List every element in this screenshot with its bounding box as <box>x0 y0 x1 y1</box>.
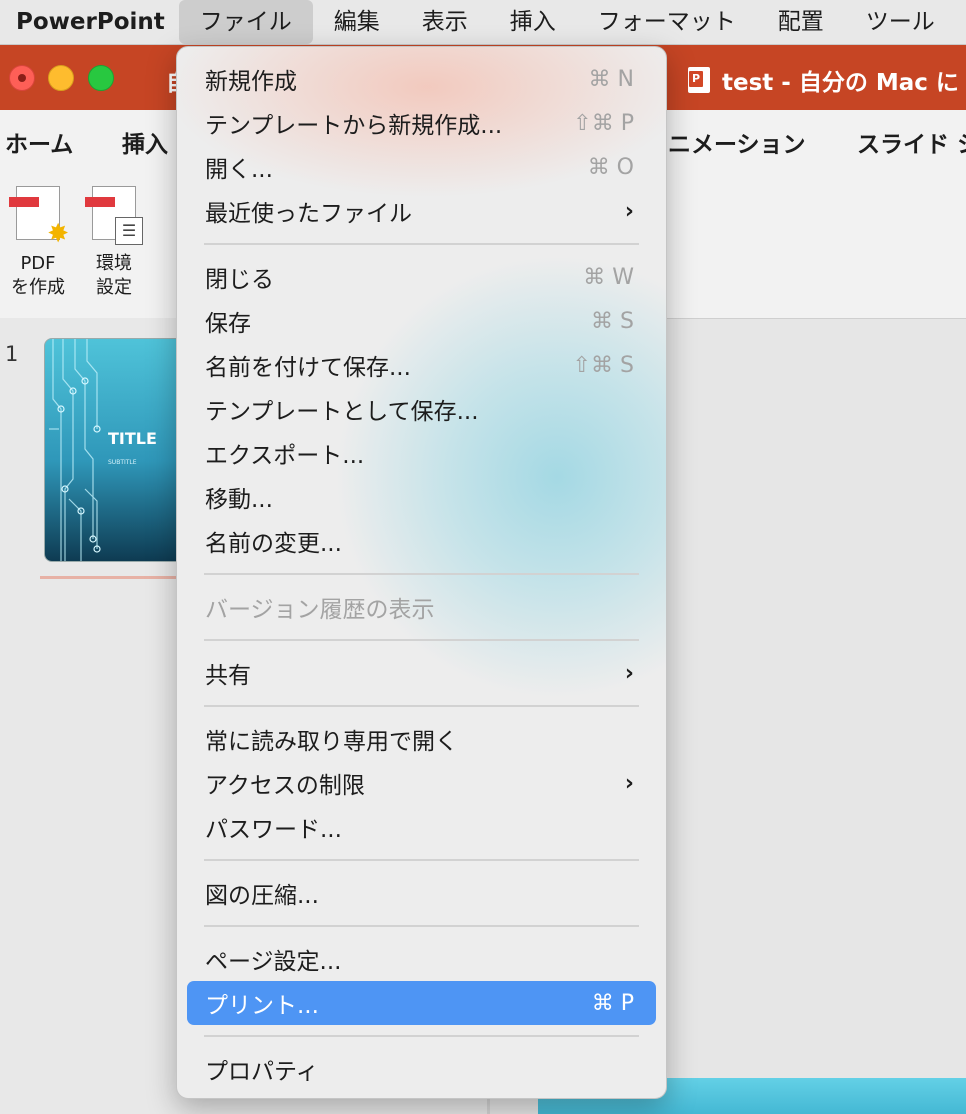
menu-item-label: バージョン履歴の表示 <box>205 597 435 623</box>
menu-item-label: 閉じる <box>205 267 274 293</box>
menu-item-label: テンプレートとして保存... <box>205 399 479 425</box>
chevron-right-icon: › <box>624 770 634 796</box>
menu-separator <box>204 859 639 861</box>
shortcut-label: ⇧⌘ P <box>573 110 634 136</box>
menu-item-label: 名前の変更... <box>205 531 342 557</box>
menu-bar: PowerPoint ファイル 編集 表示 挿入 フォーマット 配置 ツール <box>0 0 966 45</box>
menu-tools[interactable]: ツール <box>845 0 956 44</box>
window-title: test - 自分の Mac に <box>688 63 959 97</box>
menu-item-label: 図の圧縮... <box>205 883 319 909</box>
menu-separator <box>204 1035 639 1037</box>
menu-item-password[interactable]: パスワード... <box>187 805 656 849</box>
menu-item-close[interactable]: 閉じる ⌘ W <box>187 255 656 299</box>
create-pdf-label-2: を作成 <box>11 277 65 298</box>
menu-item-label: プリント... <box>205 993 319 1019</box>
shortcut-label: ⌘ W <box>583 264 634 290</box>
menu-item-version-history: バージョン履歴の表示 <box>187 585 656 629</box>
menu-item-open[interactable]: 開く... ⌘ O <box>187 145 656 189</box>
menu-item-label: 新規作成 <box>205 69 297 95</box>
menu-separator <box>204 705 639 707</box>
menu-item-label: エクスポート... <box>205 443 365 469</box>
menu-item-move[interactable]: 移動... <box>187 475 656 519</box>
create-pdf-label-1: PDF <box>20 253 56 274</box>
menu-item-save[interactable]: 保存 ⌘ S <box>187 299 656 343</box>
menu-item-label: 共有 <box>205 663 251 689</box>
menu-item-label: アクセスの制限 <box>205 773 365 799</box>
menu-separator <box>204 639 639 641</box>
create-pdf-button[interactable]: ✸ PDF を作成 <box>8 186 69 300</box>
tab-slideshow[interactable]: スライド シ <box>857 125 966 159</box>
menu-item-always-open-read-only[interactable]: 常に読み取り専用で開く <box>187 717 656 761</box>
powerpoint-file-icon <box>688 67 710 93</box>
menu-arrange[interactable]: 配置 <box>757 0 845 44</box>
shortcut-label: ⌘ P <box>591 990 634 1016</box>
zoom-window-button[interactable] <box>88 65 114 91</box>
thumbnail-title: TITLE <box>108 429 157 448</box>
tab-home[interactable]: ホーム <box>5 125 73 159</box>
menu-item-label: 名前を付けて保存... <box>205 355 411 381</box>
menu-view[interactable]: 表示 <box>401 0 489 44</box>
preferences-label-1: 環境 <box>96 253 132 274</box>
close-window-button[interactable] <box>9 65 35 91</box>
menu-separator <box>204 573 639 575</box>
file-menu-dropdown: 新規作成 ⌘ N テンプレートから新規作成... ⇧⌘ P 開く... ⌘ O … <box>176 46 667 1099</box>
menu-item-label: ページ設定... <box>205 949 342 975</box>
shortcut-label: ⌘ S <box>591 308 634 334</box>
app-menu-powerpoint[interactable]: PowerPoint <box>16 9 165 35</box>
chevron-right-icon: › <box>624 660 634 686</box>
menu-item-label: プロパティ <box>205 1059 319 1085</box>
menu-item-label: 保存 <box>205 311 251 337</box>
menu-item-compress-pictures[interactable]: 図の圧縮... <box>187 871 656 915</box>
menu-item-label: パスワード... <box>205 817 342 843</box>
preferences-button[interactable]: ☰ 環境 設定 <box>84 186 144 300</box>
menu-item-label: 常に読み取り専用で開く <box>205 729 458 755</box>
shortcut-label: ⇧⌘ S <box>572 352 634 378</box>
menu-edit[interactable]: 編集 <box>313 0 401 44</box>
menu-item-recent-files[interactable]: 最近使ったファイル › <box>187 189 656 233</box>
menu-item-export[interactable]: エクスポート... <box>187 431 656 475</box>
preferences-icon: ☰ <box>85 186 143 245</box>
menu-file[interactable]: ファイル <box>178 0 313 44</box>
menu-item-save-as-template[interactable]: テンプレートとして保存... <box>187 387 656 431</box>
menu-item-restrict-access[interactable]: アクセスの制限 › <box>187 761 656 805</box>
menu-item-properties[interactable]: プロパティ <box>187 1047 656 1091</box>
menu-item-share[interactable]: 共有 › <box>187 651 656 695</box>
minimize-window-button[interactable] <box>48 65 74 91</box>
chevron-right-icon: › <box>624 198 634 224</box>
menu-separator <box>204 925 639 927</box>
menu-separator <box>204 243 639 245</box>
menu-item-rename[interactable]: 名前の変更... <box>187 519 656 563</box>
menu-item-print[interactable]: プリント... ⌘ P <box>187 981 656 1025</box>
menu-format[interactable]: フォーマット <box>577 0 757 44</box>
menu-insert[interactable]: 挿入 <box>489 0 577 44</box>
preferences-label-2: 設定 <box>96 277 132 298</box>
menu-item-new[interactable]: 新規作成 ⌘ N <box>187 57 656 101</box>
menu-item-new-from-template[interactable]: テンプレートから新規作成... ⇧⌘ P <box>187 101 656 145</box>
slide-number: 1 <box>5 342 19 366</box>
menu-item-label: 移動... <box>205 487 273 513</box>
menu-item-label: 開く... <box>205 157 273 183</box>
menu-item-save-as[interactable]: 名前を付けて保存... ⇧⌘ S <box>187 343 656 387</box>
shortcut-label: ⌘ N <box>588 66 634 92</box>
thumbnail-subtitle: SUBTITLE <box>108 459 137 466</box>
tab-animations[interactable]: ニメーション <box>668 125 806 159</box>
menu-item-page-setup[interactable]: ページ設定... <box>187 937 656 981</box>
menu-item-label: 最近使ったファイル <box>205 201 412 227</box>
window-title-text: test - 自分の Mac に <box>722 70 959 96</box>
create-pdf-icon: ✸ <box>9 186 69 247</box>
menu-item-label: テンプレートから新規作成... <box>205 113 503 139</box>
shortcut-label: ⌘ O <box>587 154 634 180</box>
tab-insert[interactable]: 挿入 <box>122 125 168 159</box>
